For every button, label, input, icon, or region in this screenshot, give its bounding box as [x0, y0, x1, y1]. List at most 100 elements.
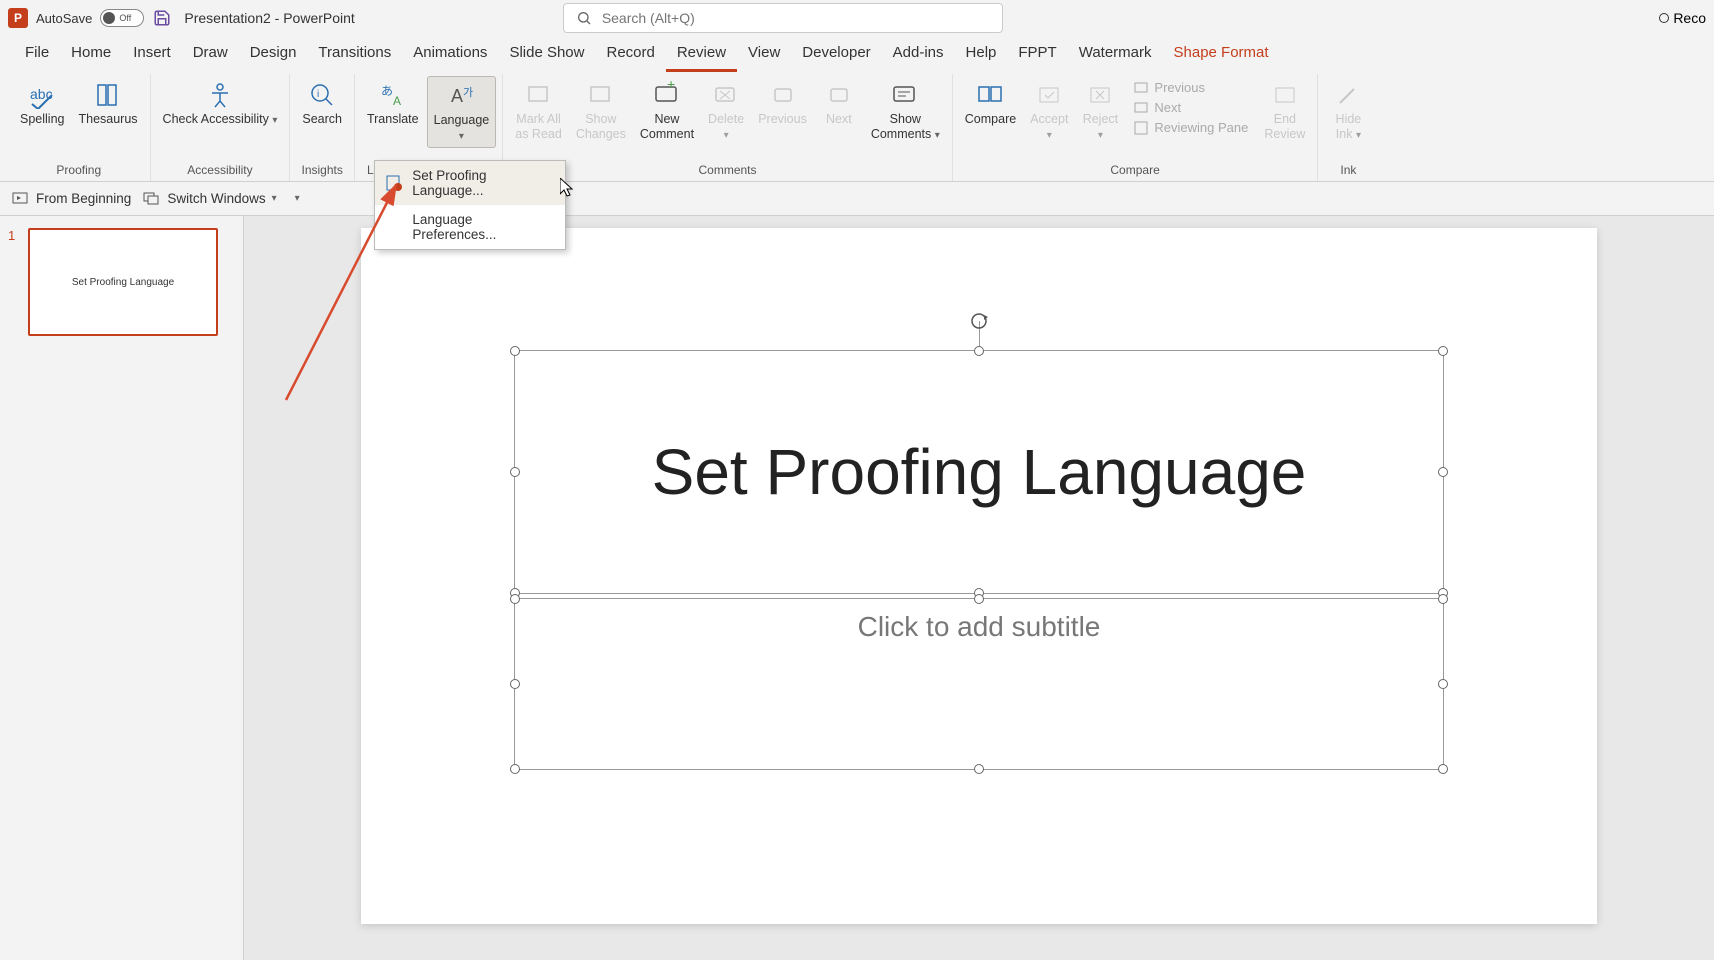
canvas-area[interactable]: Set Proofing Language Click to add subti…	[244, 216, 1714, 960]
tab-design[interactable]: Design	[239, 36, 308, 72]
resize-handle-s[interactable]	[974, 764, 984, 774]
tab-animations[interactable]: Animations	[402, 36, 498, 72]
resize-handle-n[interactable]	[974, 346, 984, 356]
accept-icon	[1037, 80, 1061, 110]
smart-search-button[interactable]: i Search	[296, 76, 348, 131]
tab-record[interactable]: Record	[595, 36, 665, 72]
mark-all-read-button: Mark All as Read	[509, 76, 568, 146]
resize-handle-ne[interactable]	[1438, 594, 1448, 604]
tab-help[interactable]: Help	[955, 36, 1008, 72]
new-comment-button[interactable]: + New Comment	[634, 76, 700, 146]
resize-handle-nw[interactable]	[510, 594, 520, 604]
group-insights: i Search Insights	[290, 74, 355, 181]
resize-handle-sw[interactable]	[510, 764, 520, 774]
tab-view[interactable]: View	[737, 36, 791, 72]
windows-icon	[143, 190, 161, 208]
translate-icon: あA	[379, 80, 407, 110]
end-review-button: End Review	[1258, 76, 1311, 146]
compare-button[interactable]: Compare	[959, 76, 1022, 131]
chevron-down-icon: ▾	[272, 115, 277, 126]
autosave-state: Off	[119, 13, 131, 23]
tab-insert[interactable]: Insert	[122, 36, 182, 72]
next-change-button: Next	[1130, 98, 1252, 117]
svg-text:A: A	[451, 86, 463, 106]
tab-watermark[interactable]: Watermark	[1068, 36, 1163, 72]
resize-handle-w[interactable]	[510, 467, 520, 477]
ribbon: abc Spelling Thesaurus Proofing Check Ac…	[0, 72, 1714, 182]
show-changes-button: Show Changes	[570, 76, 632, 146]
thesaurus-button[interactable]: Thesaurus	[72, 76, 143, 131]
group-compare: Compare Accept▾ Reject▾ Previous Next Re…	[953, 74, 1319, 181]
slide-subtitle-text[interactable]: Click to add subtitle	[858, 611, 1101, 643]
title-placeholder[interactable]: Set Proofing Language	[514, 350, 1444, 594]
rotation-handle[interactable]	[969, 311, 989, 331]
slide[interactable]: Set Proofing Language Click to add subti…	[361, 228, 1597, 924]
svg-text:+: +	[667, 81, 675, 92]
tab-review[interactable]: Review	[666, 36, 737, 72]
resize-handle-ne[interactable]	[1438, 346, 1448, 356]
tab-draw[interactable]: Draw	[182, 36, 239, 72]
tab-shape-format[interactable]: Shape Format	[1163, 36, 1280, 72]
tab-transitions[interactable]: Transitions	[307, 36, 402, 72]
translate-button[interactable]: あA Translate	[361, 76, 425, 131]
slide-title-text[interactable]: Set Proofing Language	[652, 435, 1307, 509]
search-box[interactable]	[563, 3, 1003, 33]
spelling-icon: abc	[28, 80, 56, 110]
slide-thumbnail-1[interactable]: 1 Set Proofing Language	[8, 228, 235, 336]
resize-handle-nw[interactable]	[510, 346, 520, 356]
group-accessibility: Check Accessibility ▾ Accessibility	[151, 74, 291, 181]
hide-ink-button: Hide Ink ▾	[1324, 76, 1372, 146]
chevron-down-icon: ▾	[272, 193, 277, 204]
reject-button: Reject▾	[1076, 76, 1124, 146]
group-ink: Hide Ink ▾ Ink	[1318, 74, 1378, 181]
resize-handle-w[interactable]	[510, 679, 520, 689]
switch-windows-button[interactable]: Switch Windows ▾	[143, 190, 276, 208]
end-review-icon	[1273, 80, 1297, 110]
tab-add-ins[interactable]: Add-ins	[882, 36, 955, 72]
next-comment-button: Next	[815, 76, 863, 131]
language-button[interactable]: A가 Language▾	[427, 76, 497, 148]
svg-text:あ: あ	[381, 84, 393, 98]
next-icon	[825, 80, 853, 110]
tab-slide-show[interactable]: Slide Show	[498, 36, 595, 72]
tab-fppt[interactable]: FPPT	[1007, 36, 1067, 72]
language-preferences-item[interactable]: Language Preferences...	[375, 205, 565, 249]
from-beginning-button[interactable]: From Beginning	[12, 190, 131, 208]
thumb-number: 1	[8, 228, 20, 243]
delete-icon	[712, 80, 740, 110]
save-icon[interactable]	[152, 8, 172, 28]
group-proofing: abc Spelling Thesaurus Proofing	[8, 74, 151, 181]
autosave-toggle[interactable]: Off	[100, 9, 144, 27]
thumbnail-panel[interactable]: 1 Set Proofing Language	[0, 216, 244, 960]
chevron-down-icon: ▾	[459, 131, 464, 142]
record-indicator[interactable]: Reco	[1659, 10, 1706, 26]
mouse-cursor-icon	[560, 178, 576, 198]
tab-home[interactable]: Home	[60, 36, 122, 72]
resize-handle-n[interactable]	[974, 594, 984, 604]
resize-handle-e[interactable]	[1438, 467, 1448, 477]
show-changes-icon	[587, 80, 615, 110]
reviewing-pane-button: Reviewing Pane	[1130, 118, 1252, 137]
svg-text:i: i	[317, 89, 319, 100]
resize-handle-e[interactable]	[1438, 679, 1448, 689]
show-comments-button[interactable]: Show Comments ▾	[865, 76, 946, 146]
compare-icon	[976, 80, 1004, 110]
main-area: 1 Set Proofing Language Set Proofing Lan…	[0, 216, 1714, 960]
tab-developer[interactable]: Developer	[791, 36, 881, 72]
compare-nav-stack: Previous Next Reviewing Pane	[1126, 76, 1256, 139]
thumb-preview[interactable]: Set Proofing Language	[28, 228, 218, 336]
set-proofing-language-item[interactable]: Set Proofing Language...	[375, 161, 565, 205]
record-dot-icon	[1659, 13, 1669, 23]
document-title: Presentation2 - PowerPoint	[184, 10, 354, 26]
proofing-language-icon	[385, 174, 402, 192]
spelling-button[interactable]: abc Spelling	[14, 76, 70, 131]
tab-file[interactable]: File	[14, 36, 60, 72]
language-icon: A가	[447, 81, 475, 111]
check-accessibility-button[interactable]: Check Accessibility ▾	[157, 76, 284, 131]
prev-change-button: Previous	[1130, 78, 1252, 97]
search-icon	[576, 10, 592, 26]
resize-handle-se[interactable]	[1438, 764, 1448, 774]
subtitle-placeholder[interactable]: Click to add subtitle	[514, 598, 1444, 770]
search-input[interactable]	[602, 10, 990, 26]
customize-qat-icon[interactable]: ▾	[295, 193, 300, 204]
